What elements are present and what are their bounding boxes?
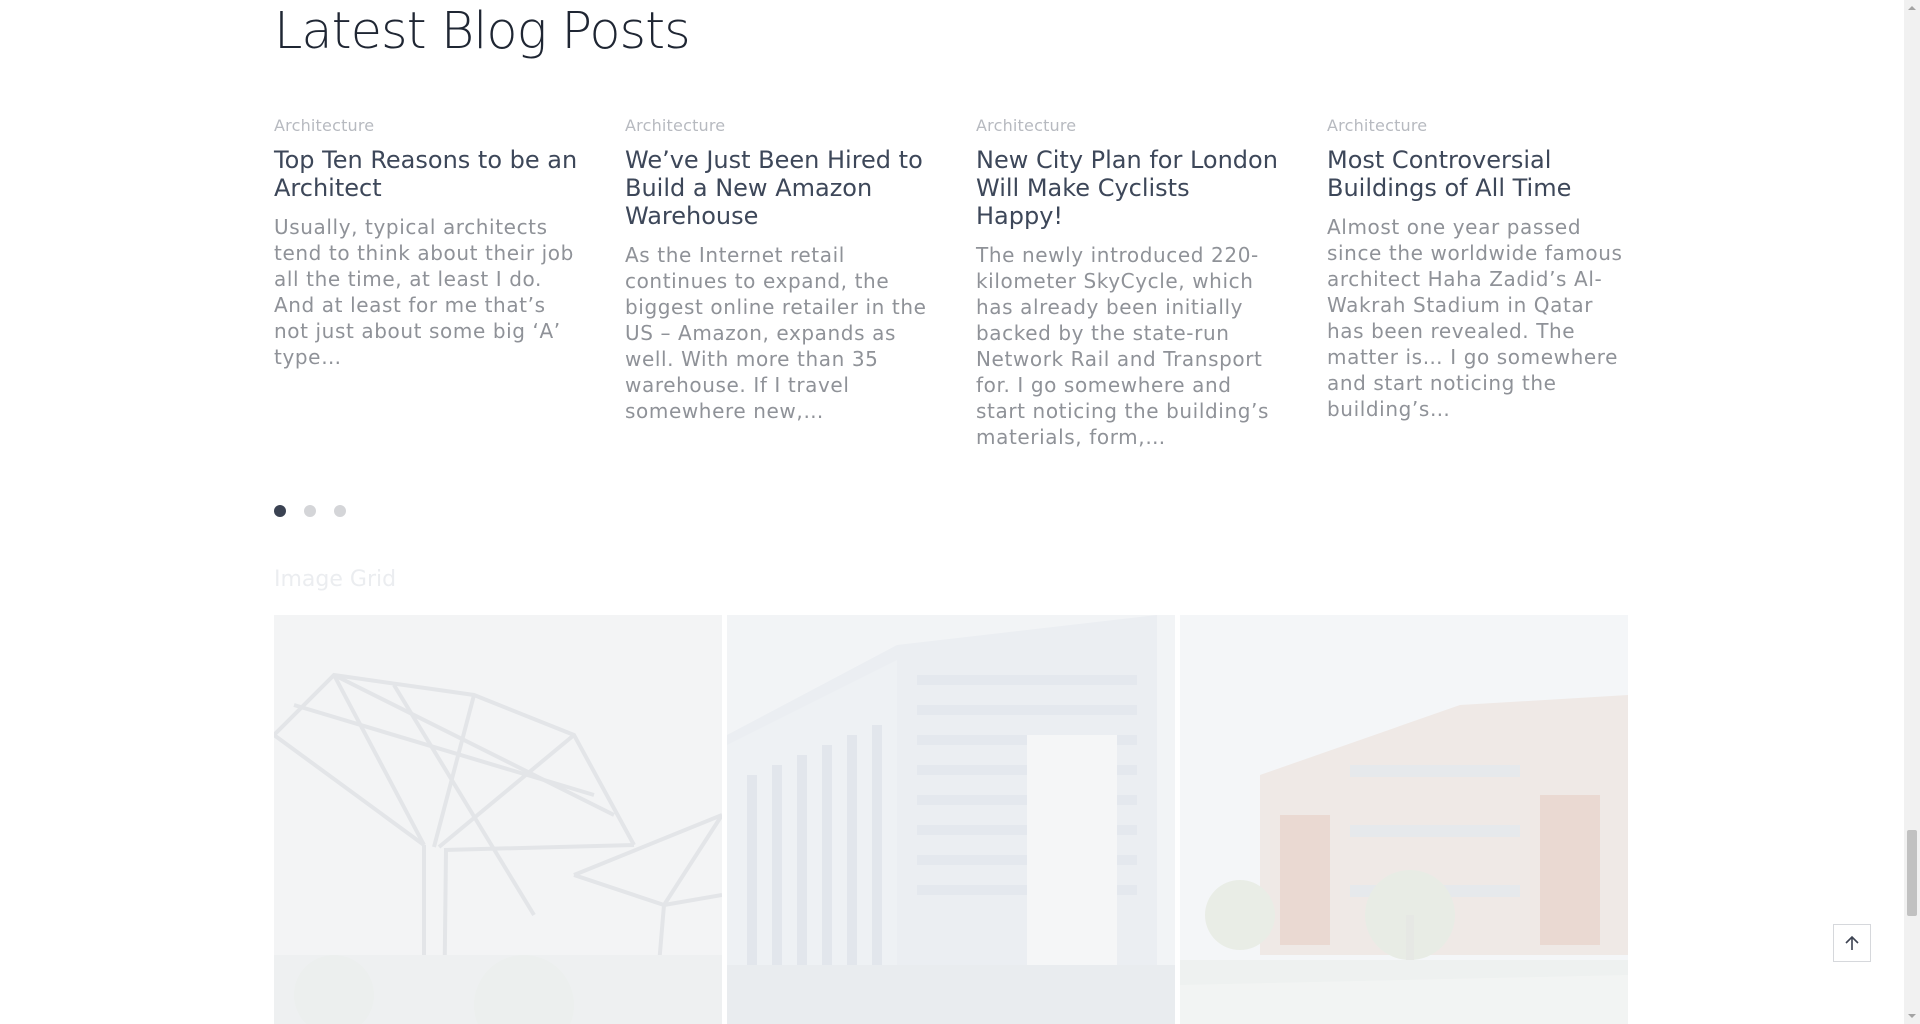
carousel-dot-2[interactable] (304, 505, 316, 517)
arrow-up-icon (1845, 935, 1859, 950)
blog-posts-carousel: Architecture Top Ten Reasons to be an Ar… (274, 116, 1628, 476)
carousel-dot-1[interactable] (274, 505, 286, 517)
post-title-link[interactable]: New City Plan for London Will Make Cycli… (976, 146, 1281, 230)
blog-post-card: Architecture Most Controversial Building… (1327, 116, 1632, 422)
post-excerpt: Almost one year passed since the worldwi… (1327, 215, 1623, 421)
canopy-photo (274, 615, 722, 1024)
scroll-to-top-button[interactable] (1833, 924, 1871, 962)
blog-post-card: Architecture Top Ten Reasons to be an Ar… (274, 116, 579, 370)
post-category-link[interactable]: Architecture (1327, 116, 1632, 135)
post-excerpt: Usually, typical architects tend to thin… (274, 215, 574, 369)
residential-building-photo (1180, 615, 1628, 1024)
page: Latest Blog Posts Architecture Top Ten R… (0, 0, 1920, 1024)
post-title-link[interactable]: Top Ten Reasons to be an Architect (274, 146, 579, 202)
scrollbar-thumb[interactable] (1907, 830, 1917, 916)
section-title: Latest Blog Posts (274, 2, 691, 61)
blog-post-card: Architecture New City Plan for London Wi… (976, 116, 1281, 450)
scroll-up-arrow-icon[interactable] (1904, 0, 1920, 16)
blog-post-card: Architecture We’ve Just Been Hired to Bu… (625, 116, 930, 424)
post-title-link[interactable]: Most Controversial Buildings of All Time (1327, 146, 1632, 202)
image-grid-heading: Image Grid (274, 567, 397, 592)
image-grid-item-office[interactable] (727, 615, 1175, 1024)
image-grid-item-residential[interactable] (1180, 615, 1628, 1024)
page-scrollbar[interactable] (1904, 0, 1920, 1024)
post-category-link[interactable]: Architecture (625, 116, 930, 135)
post-excerpt: The newly introduced 220-kilometer SkyCy… (976, 243, 1269, 449)
image-grid-item-canopy[interactable] (274, 615, 722, 1024)
office-building-photo (727, 615, 1175, 1024)
carousel-dot-3[interactable] (334, 505, 346, 517)
scroll-down-arrow-icon[interactable] (1904, 1008, 1920, 1024)
post-category-link[interactable]: Architecture (976, 116, 1281, 135)
image-grid (274, 615, 1628, 1024)
post-category-link[interactable]: Architecture (274, 116, 579, 135)
post-title-link[interactable]: We’ve Just Been Hired to Build a New Ama… (625, 146, 930, 230)
post-excerpt: As the Internet retail continues to expa… (625, 243, 927, 423)
